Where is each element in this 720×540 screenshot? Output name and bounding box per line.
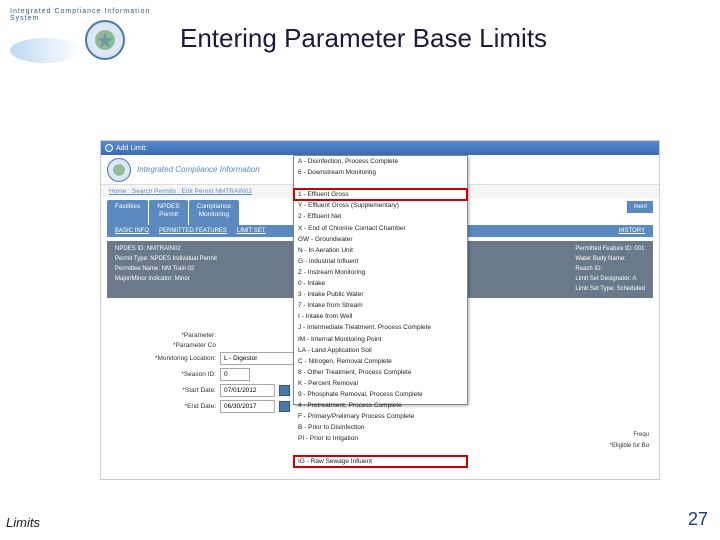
- dropdown-option[interactable]: PI - Prior to Irrigation: [294, 433, 467, 444]
- dropdown-option[interactable]: 4 - Pretreatment, Process Complete: [294, 400, 467, 411]
- dropdown-option[interactable]: LA - Land Application Soil: [294, 345, 467, 356]
- dropdown-option[interactable]: N - In Aeration Unit: [294, 245, 467, 256]
- dropdown-option[interactable]: 7 - Intake from Stream: [294, 300, 467, 311]
- subnav-basic-info[interactable]: BASIC INFO: [115, 228, 149, 234]
- season-id-input[interactable]: [220, 368, 250, 381]
- right-tab-partial[interactable]: ment: [627, 201, 653, 213]
- slide-header: Integrated Compliance Information System…: [0, 0, 720, 76]
- tab-compliance-monitoring[interactable]: Compliance Monitoring: [189, 200, 239, 225]
- epa-seal-icon: [85, 20, 125, 60]
- footer-section-label: Limits: [6, 515, 40, 530]
- permittee-name: Permittee Name: NM Train 02: [115, 265, 217, 274]
- dropdown-option[interactable]: G - Industrial Influent: [294, 256, 467, 267]
- season-id-label: *Season ID:: [111, 371, 216, 378]
- monitoring-location-label: *Monitoring Location:: [111, 355, 216, 362]
- calendar-icon[interactable]: [279, 401, 290, 412]
- dropdown-option[interactable]: 2 - Effluent Net: [294, 211, 467, 222]
- window-body: Integrated Compliance Information Home :…: [101, 155, 659, 479]
- dropdown-option[interactable]: B - Prior to Disinfection: [294, 422, 467, 433]
- permit-info-right: Permitted Feature ID: 001 Water Body Nam…: [575, 245, 645, 294]
- major-minor: Major/Minor Indicator: Minor: [115, 275, 217, 284]
- icis-logo-text: Integrated Compliance Information System: [10, 8, 160, 22]
- dropdown-option[interactable]: Z - Instream Monitoring: [294, 267, 467, 278]
- dropdown-option[interactable]: X - End of Chlorine Contact Chamber: [294, 223, 467, 234]
- subnav-limit-set[interactable]: LIMIT SET: [237, 228, 266, 234]
- dropdown-option[interactable]: K - Percent Removal: [294, 378, 467, 389]
- slide-title: Entering Parameter Base Limits: [180, 23, 547, 54]
- calendar-icon[interactable]: [279, 385, 290, 396]
- eligible-label: *Eligible for Bu: [610, 441, 649, 452]
- permit-type: Permit Type: NPDES Individual Permit: [115, 255, 217, 264]
- reach-id: Reach ID:: [575, 265, 645, 274]
- swoosh-graphic: [10, 38, 80, 63]
- dropdown-option[interactable]: GW - Groundwater: [294, 234, 467, 245]
- tab-facilities[interactable]: Facilities: [107, 200, 148, 225]
- dropdown-option[interactable]: I - Intake from Well: [294, 311, 467, 322]
- dropdown-option[interactable]: 6 - Downstream Monitoring: [294, 167, 467, 178]
- permitted-feature-id: Permitted Feature ID: 001: [575, 245, 645, 254]
- subnav-history[interactable]: HISTORY: [619, 228, 645, 234]
- dropdown-option[interactable]: F - Primary/Prelimary Process Complete: [294, 411, 467, 422]
- dropdown-option[interactable]: 9 - Phosphate Removal, Process Complete: [294, 389, 467, 400]
- ie-icon: [105, 144, 113, 152]
- dropdown-option[interactable]: 0 - Intake: [294, 278, 467, 289]
- dropdown-option[interactable]: IG - Raw Sewage Influent: [294, 456, 467, 467]
- app-screenshot: Add Limit: Integrated Compliance Informa…: [100, 140, 660, 480]
- end-date-input[interactable]: [220, 400, 275, 413]
- logo-area: Integrated Compliance Information System: [10, 8, 160, 68]
- npdes-id: NPDES ID: NMTRAIN02: [115, 245, 217, 254]
- window-titlebar: Add Limit:: [101, 141, 659, 155]
- dropdown-option[interactable]: C - Nitrogen, Removal Complete: [294, 356, 467, 367]
- tab-npdes-permit[interactable]: NPDES Permit: [149, 200, 187, 225]
- dropdown-option[interactable]: 3 - Intake Public Water: [294, 289, 467, 300]
- dropdown-option[interactable]: 8 - Other Treatment, Process Complete: [294, 367, 467, 378]
- dropdown-option[interactable]: IM - Internal Monitoring Point: [294, 334, 467, 345]
- window-title: Add Limit:: [116, 145, 147, 152]
- limit-set-designator: Limit Set Designator: A: [575, 275, 645, 284]
- right-notes: Frequ *Eligible for Bu: [610, 430, 649, 452]
- subnav-permitted-features[interactable]: PERMITTED FEATURES: [159, 228, 227, 234]
- right-tab-group: ment: [627, 201, 653, 213]
- frequency-label: Frequ: [610, 430, 649, 441]
- dropdown-option[interactable]: 1 - Effluent Gross: [294, 189, 467, 200]
- dropdown-option[interactable]: A - Disinfection, Process Complete: [294, 156, 467, 167]
- start-date-input[interactable]: [220, 384, 275, 397]
- start-date-label: *Start Date:: [111, 387, 216, 394]
- parameter-code-label: *Parameter Co: [111, 342, 216, 349]
- permit-info-left: NPDES ID: NMTRAIN02 Permit Type: NPDES I…: [115, 245, 217, 294]
- app-name: Integrated Compliance Information: [137, 165, 260, 174]
- dropdown-option[interactable]: Y - Effluent Gross (Supplementary): [294, 200, 467, 211]
- epa-seal-small-icon: [107, 158, 131, 182]
- dropdown-option[interactable]: [294, 444, 467, 455]
- dropdown-option[interactable]: J - Intermediate Treatment, Process Comp…: [294, 322, 467, 333]
- page-number: 27: [688, 509, 708, 530]
- end-date-label: *End Date:: [111, 403, 216, 410]
- parameter-label: *Parameter:: [111, 332, 216, 339]
- dropdown-option[interactable]: [294, 178, 467, 189]
- water-body-name: Water Body Name:: [575, 255, 645, 264]
- parameter-dropdown-list[interactable]: A - Disinfection, Process Complete6 - Do…: [293, 155, 468, 405]
- limit-set-type: Limit Set Type: Scheduled: [575, 285, 645, 294]
